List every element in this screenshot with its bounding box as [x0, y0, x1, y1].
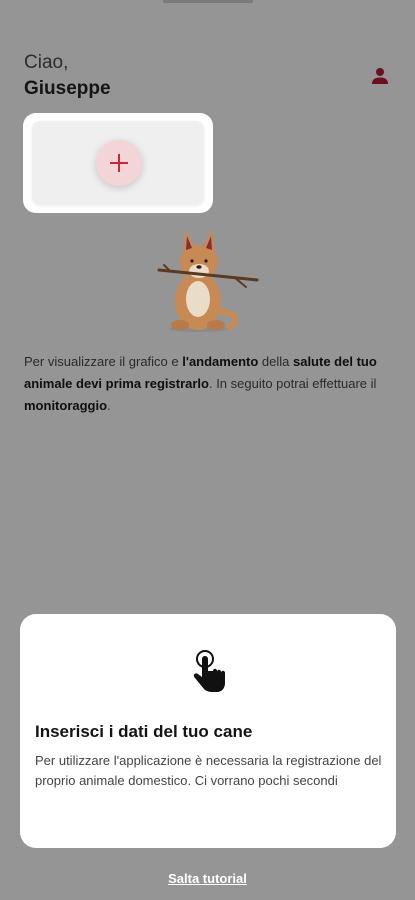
- info-text-part: della: [258, 354, 293, 369]
- info-bold-trend: l'andamento: [182, 354, 259, 369]
- info-paragraph: Per visualizzare il grafico e l'andament…: [24, 351, 394, 417]
- info-bold-monitoring: monitoraggio: [24, 398, 108, 413]
- greeting-text: Ciao,: [24, 52, 69, 73]
- user-name: Giuseppe: [24, 78, 111, 99]
- tutorial-description: Per utilizzare l'applicazione è necessar…: [35, 753, 382, 788]
- info-text-part: Per visualizzare il grafico e: [24, 354, 183, 369]
- person-icon: [372, 68, 388, 84]
- tutorial-title: Inserisci i dati del tuo cane: [35, 722, 253, 741]
- profile-button[interactable]: [366, 62, 394, 90]
- dog-with-stick-illustration: [157, 229, 259, 332]
- add-pet-button[interactable]: [96, 140, 142, 186]
- tap-hand-icon: [193, 650, 225, 692]
- skip-tutorial-link[interactable]: Salta tutorial: [0, 871, 415, 886]
- highlighted-add-pet-card: [23, 113, 213, 213]
- tutorial-card: Inserisci i dati del tuo cane Per utiliz…: [20, 614, 396, 848]
- info-text-part: .: [107, 398, 111, 413]
- plus-icon: [110, 154, 128, 172]
- add-pet-card[interactable]: [32, 121, 204, 205]
- status-bar-notch: [163, 0, 253, 3]
- info-text-part: . In seguito potrai effettuare il: [208, 376, 377, 391]
